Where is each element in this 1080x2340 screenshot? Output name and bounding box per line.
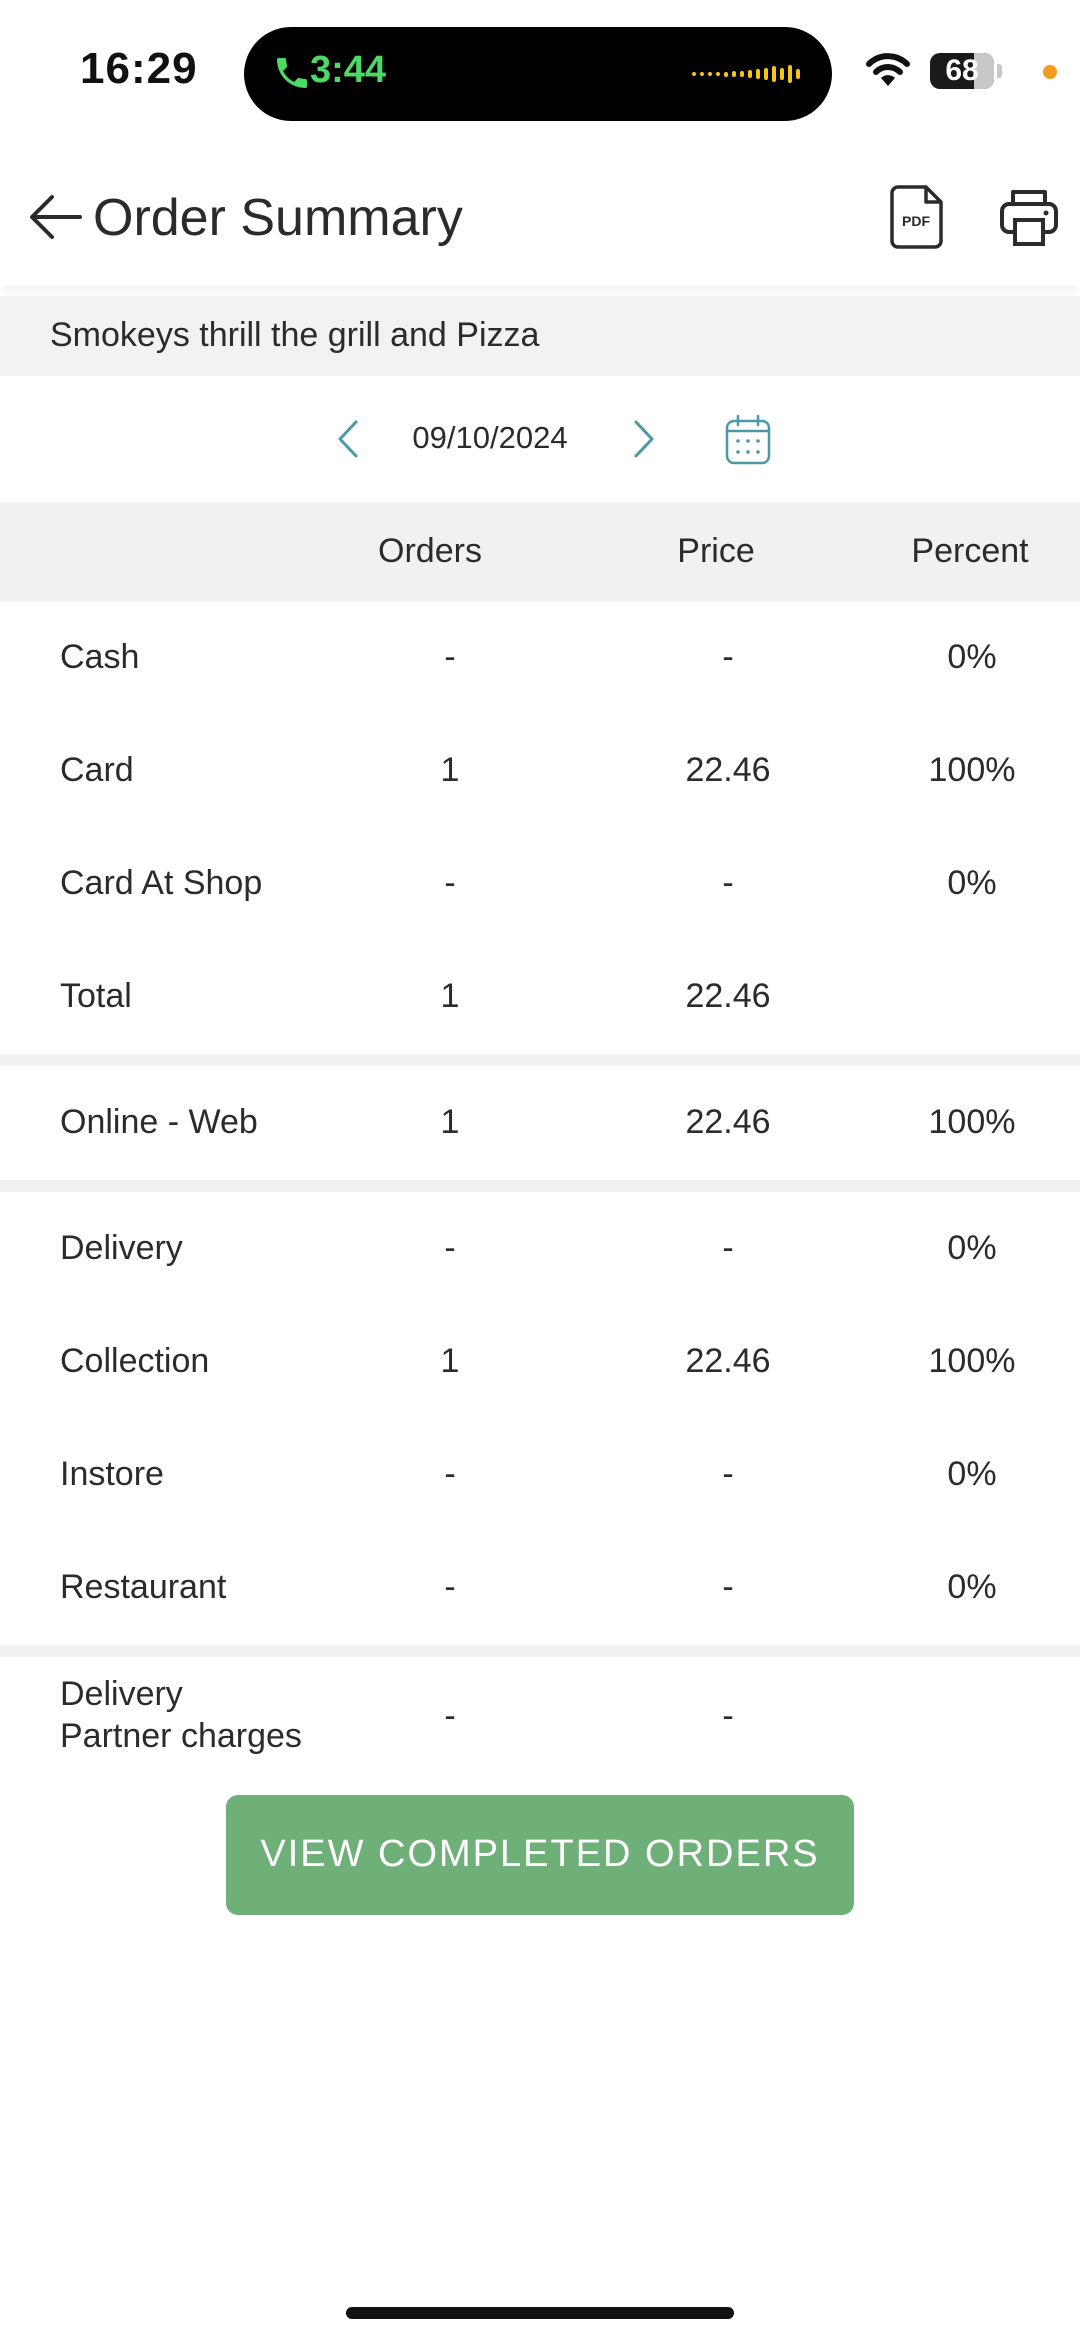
calendar-icon[interactable] bbox=[724, 414, 772, 466]
privacy-indicator-dot bbox=[1043, 65, 1057, 79]
status-bar: 16:29 3:44 68 bbox=[0, 0, 1080, 148]
row-percent: 0% bbox=[947, 864, 997, 902]
row-price: 22.46 bbox=[685, 1342, 771, 1380]
chevron-left-icon[interactable] bbox=[332, 416, 364, 462]
call-timer: 3:44 bbox=[310, 49, 387, 91]
row-label: Cash bbox=[60, 638, 140, 676]
date-navigator: 09/10/2024 bbox=[0, 376, 1080, 502]
view-completed-orders-label: VIEW COMPLETED ORDERS bbox=[260, 1833, 820, 1875]
row-percent: 100% bbox=[928, 1103, 1016, 1141]
row-orders: 1 bbox=[440, 1342, 460, 1380]
row-price: - bbox=[722, 864, 734, 902]
row-price: 22.46 bbox=[685, 1103, 771, 1141]
table-row: Card 1 22.46 100% bbox=[0, 715, 1080, 828]
shop-bar: Smokeys thrill the grill and Pizza bbox=[0, 296, 1080, 376]
row-percent: 0% bbox=[947, 1568, 997, 1606]
row-orders: - bbox=[444, 1568, 456, 1606]
table-row-total: Total 1 22.46 bbox=[0, 941, 1080, 1054]
table-row: Restaurant - - 0% bbox=[0, 1532, 1080, 1645]
row-orders: - bbox=[444, 864, 456, 902]
row-label: Card bbox=[60, 751, 134, 789]
row-percent: 100% bbox=[928, 751, 1016, 789]
table-row: Cash - - 0% bbox=[0, 602, 1080, 715]
pdf-icon[interactable]: PDF bbox=[888, 184, 944, 250]
row-orders: - bbox=[444, 1229, 456, 1267]
row-percent: 0% bbox=[947, 1455, 997, 1493]
row-label: Collection bbox=[60, 1342, 210, 1380]
row-orders: 1 bbox=[440, 977, 460, 1015]
table-row: Card At Shop - - 0% bbox=[0, 828, 1080, 941]
battery-tip bbox=[997, 64, 1002, 78]
row-orders: 1 bbox=[440, 751, 460, 789]
chevron-right-icon[interactable] bbox=[628, 416, 660, 462]
phone-icon bbox=[277, 58, 307, 88]
dynamic-island-call[interactable]: 3:44 bbox=[244, 27, 832, 121]
row-percent: 0% bbox=[947, 1229, 997, 1267]
selected-date[interactable]: 09/10/2024 bbox=[400, 420, 580, 456]
app-header: Order Summary PDF bbox=[0, 148, 1080, 286]
row-price: - bbox=[722, 1455, 734, 1493]
column-header-orders: Orders bbox=[378, 532, 482, 570]
row-label-line2: Partner charges bbox=[60, 1717, 302, 1755]
audio-waveform-icon bbox=[692, 63, 800, 85]
row-percent: 100% bbox=[928, 1342, 1016, 1380]
row-orders: - bbox=[444, 1455, 456, 1493]
wifi-icon bbox=[866, 53, 910, 86]
table-row: Instore - - 0% bbox=[0, 1419, 1080, 1532]
table-row: Online - Web 1 22.46 100% bbox=[0, 1067, 1080, 1180]
row-price: 22.46 bbox=[685, 977, 771, 1015]
row-label-line1: Delivery bbox=[60, 1675, 183, 1713]
table-row: Delivery - - 0% bbox=[0, 1193, 1080, 1306]
row-label: Delivery Partner charges bbox=[60, 1673, 302, 1757]
row-percent: 0% bbox=[947, 638, 997, 676]
row-label: Online - Web bbox=[60, 1103, 258, 1141]
home-indicator[interactable] bbox=[346, 2307, 734, 2319]
row-price: - bbox=[722, 638, 734, 676]
section-divider bbox=[0, 1645, 1080, 1657]
view-completed-orders-button[interactable]: VIEW COMPLETED ORDERS bbox=[226, 1795, 854, 1915]
page-title: Order Summary bbox=[93, 189, 463, 247]
battery-indicator: 68 bbox=[930, 53, 994, 89]
pdf-icon-label: PDF bbox=[902, 213, 930, 229]
print-icon[interactable] bbox=[998, 186, 1060, 248]
column-header-price: Price bbox=[677, 532, 755, 570]
table-row: Collection 1 22.46 100% bbox=[0, 1306, 1080, 1419]
row-label: Total bbox=[60, 977, 132, 1015]
row-price: 22.46 bbox=[685, 751, 771, 789]
row-orders: 1 bbox=[440, 1103, 460, 1141]
column-header-percent: Percent bbox=[911, 532, 1029, 570]
row-label: Instore bbox=[60, 1455, 164, 1493]
row-orders: - bbox=[444, 638, 456, 676]
row-price: - bbox=[722, 1568, 734, 1606]
row-price: - bbox=[722, 1229, 734, 1267]
row-label: Restaurant bbox=[60, 1568, 227, 1606]
row-price: - bbox=[722, 1697, 734, 1735]
section-divider bbox=[0, 1180, 1080, 1192]
back-arrow-icon[interactable] bbox=[26, 192, 84, 242]
table-header: Orders Price Percent bbox=[0, 502, 1080, 602]
row-label: Delivery bbox=[60, 1229, 183, 1267]
row-label: Card At Shop bbox=[60, 864, 263, 902]
shop-name: Smokeys thrill the grill and Pizza bbox=[50, 316, 540, 354]
status-time: 16:29 bbox=[80, 44, 198, 93]
battery-percent: 68 bbox=[945, 54, 979, 87]
section-divider bbox=[0, 1054, 1080, 1066]
row-orders: - bbox=[444, 1697, 456, 1735]
table-row-partner-charges: Delivery Partner charges - - bbox=[0, 1657, 1080, 1777]
